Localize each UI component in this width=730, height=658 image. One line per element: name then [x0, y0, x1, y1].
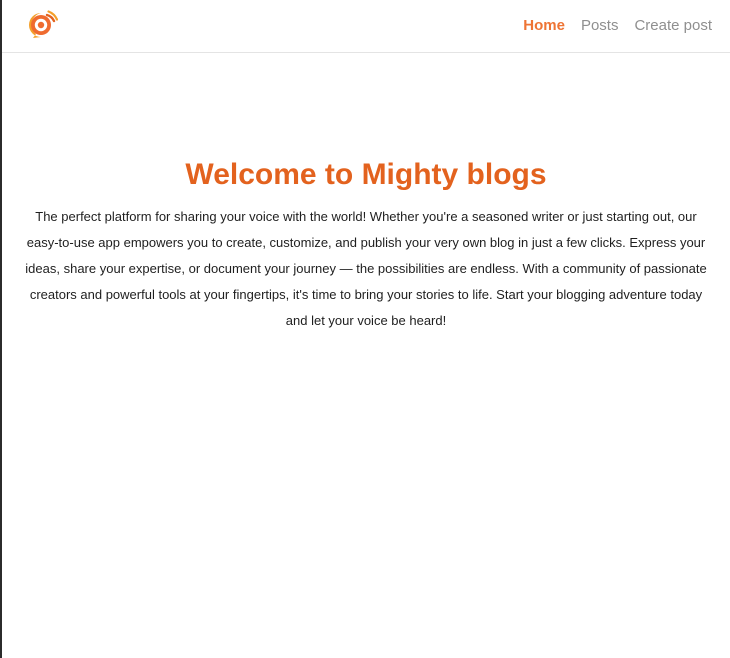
- main-nav: Home Posts Create post: [523, 17, 712, 35]
- nav-home-link[interactable]: Home: [523, 17, 565, 35]
- nav-posts-link[interactable]: Posts: [581, 17, 619, 35]
- hero-description: The perfect platform for sharing your vo…: [25, 209, 707, 328]
- hero-title: Welcome to Mighty blogs: [185, 158, 547, 191]
- brand-logo-link[interactable]: [24, 8, 59, 42]
- chat-bubble-signal-icon: [29, 10, 59, 38]
- navbar: Home Posts Create post: [2, 0, 730, 53]
- nav-create-post-link[interactable]: Create post: [634, 17, 712, 35]
- hero-section: Welcome to Mighty blogs The perfect plat…: [2, 154, 730, 334]
